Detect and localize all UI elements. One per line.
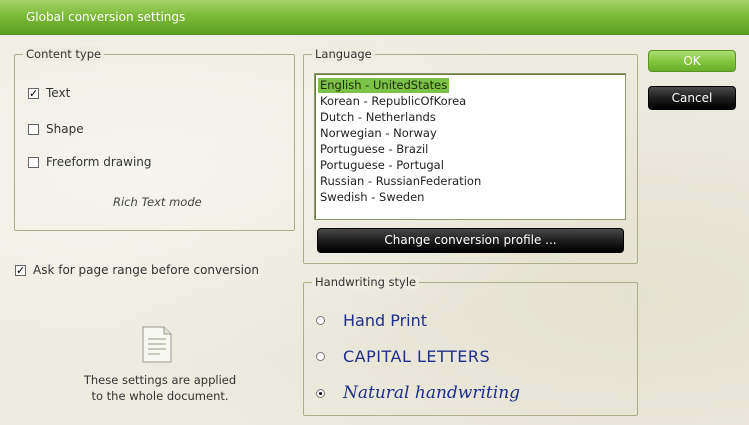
language-item[interactable]: Korean - RepublicOfKorea — [318, 94, 468, 109]
ok-button[interactable]: OK — [648, 50, 736, 72]
natural-handwriting-radio[interactable]: Natural handwriting — [316, 383, 520, 403]
content-type-legend: Content type — [23, 47, 105, 61]
language-legend: Language — [312, 47, 375, 61]
language-listbox[interactable]: English - UnitedStates Korean - Republic… — [314, 73, 626, 220]
language-item[interactable]: Russian - RussianFederation — [318, 174, 483, 189]
natural-handwriting-radio-button[interactable] — [316, 388, 325, 398]
hand-print-label: Hand Print — [343, 311, 428, 330]
title-bar: Global conversion settings — [0, 0, 749, 35]
shape-checkbox[interactable]: Shape — [28, 122, 84, 136]
capital-letters-radio-button[interactable] — [316, 352, 325, 361]
info-line-1: These settings are applied — [83, 373, 237, 387]
capital-letters-radio[interactable]: CAPITAL LETTERS — [316, 347, 490, 366]
handwriting-style-legend: Handwriting style — [312, 275, 420, 289]
freeform-drawing-checkbox[interactable]: Freeform drawing — [28, 155, 152, 169]
content-type-group: Content type ✓ Text Shape Freeform drawi… — [14, 47, 295, 231]
document-icon — [140, 326, 174, 364]
language-group: Language English - UnitedStates Korean -… — [303, 47, 638, 264]
window-title: Global conversion settings — [26, 10, 186, 24]
language-item[interactable]: Swedish - Sweden — [318, 190, 426, 205]
language-item[interactable]: Norwegian - Norway — [318, 126, 439, 141]
shape-checkbox-label: Shape — [46, 122, 84, 136]
dialog-window: Global conversion settings Content type … — [0, 0, 749, 425]
text-checkbox[interactable]: ✓ Text — [28, 86, 70, 100]
freeform-drawing-checkbox-label: Freeform drawing — [46, 155, 152, 169]
language-item[interactable]: Portuguese - Portugal — [318, 158, 446, 173]
rich-text-mode-note: Rich Text mode — [113, 195, 202, 209]
text-checkbox-box[interactable]: ✓ — [28, 87, 39, 99]
change-conversion-profile-button[interactable]: Change conversion profile ... — [317, 228, 624, 253]
natural-handwriting-label: Natural handwriting — [343, 383, 521, 403]
freeform-drawing-checkbox-box[interactable] — [28, 156, 39, 168]
ask-page-range-label: Ask for page range before conversion — [33, 263, 259, 277]
language-item[interactable]: English - UnitedStates — [318, 78, 450, 93]
ask-page-range-checkbox[interactable]: ✓ Ask for page range before conversion — [15, 263, 259, 277]
text-checkbox-label: Text — [46, 86, 71, 100]
info-line-2: to the whole document. — [91, 389, 229, 403]
shape-checkbox-box[interactable] — [28, 123, 39, 135]
handwriting-style-group: Handwriting style Hand Print CAPITAL LET… — [303, 275, 638, 416]
capital-letters-label: CAPITAL LETTERS — [343, 347, 491, 366]
language-item[interactable]: Dutch - Netherlands — [318, 110, 438, 125]
info-text: These settings are applied to the whole … — [60, 372, 260, 404]
language-item[interactable]: Portuguese - Brazil — [318, 142, 430, 157]
hand-print-radio-button[interactable] — [316, 316, 325, 325]
ask-page-range-checkbox-box[interactable]: ✓ — [15, 264, 26, 276]
hand-print-radio[interactable]: Hand Print — [316, 311, 427, 330]
cancel-button[interactable]: Cancel — [648, 86, 736, 110]
